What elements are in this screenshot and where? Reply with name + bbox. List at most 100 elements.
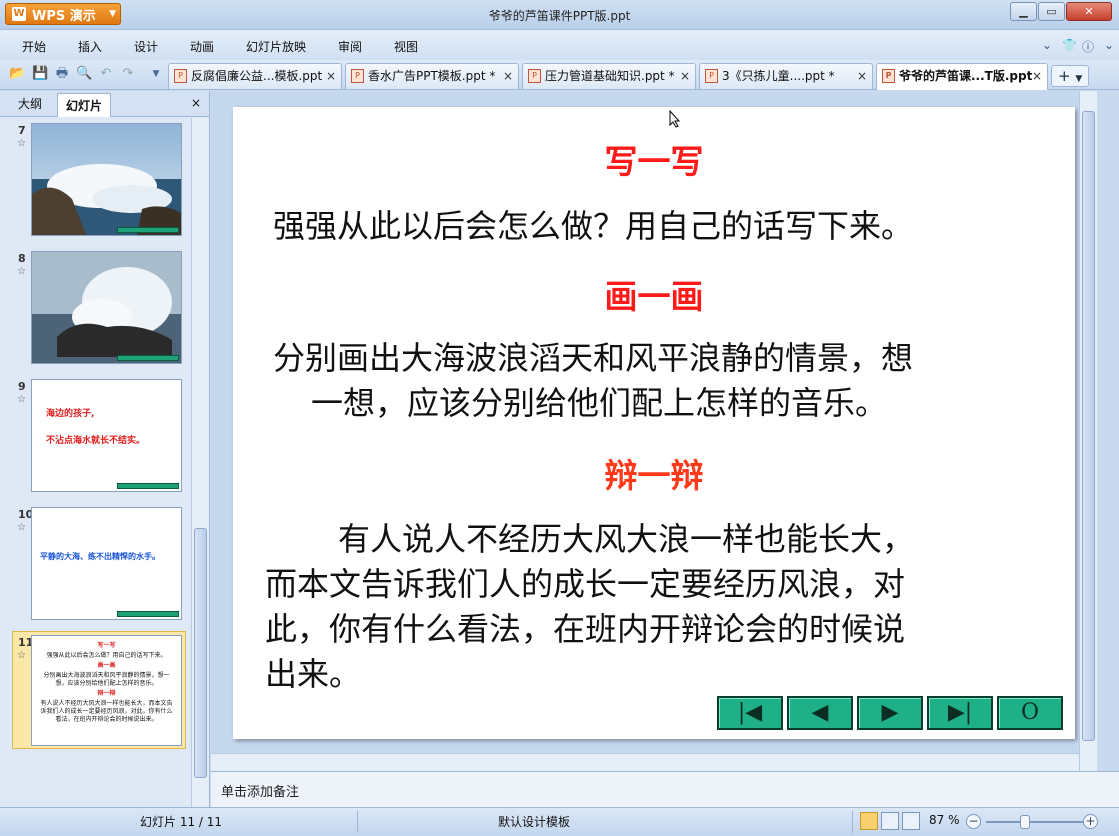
minimize-button[interactable]: ▁ [1010,2,1037,21]
ppt-file-icon: P [528,69,541,83]
redo-icon[interactable]: ↷ [120,66,136,82]
horizontal-scrollbar[interactable] [211,753,1079,771]
slide-thumbnail[interactable] [31,251,182,364]
last-slide-button[interactable]: ▶| [927,696,993,730]
zoom-in-button[interactable]: + [1083,814,1098,829]
close-tab-icon[interactable]: × [1032,64,1042,88]
close-window-button[interactable]: ✕ [1066,2,1112,21]
ppt-file-icon: P [174,69,187,83]
new-tab-button[interactable]: + ▼ [1051,65,1089,87]
scrollbar-thumb[interactable] [194,528,207,778]
save-icon[interactable]: 💾 [32,66,48,82]
close-tab-icon[interactable]: × [857,64,867,88]
next-slide-button[interactable]: ▶ [857,696,923,730]
slide-paragraph[interactable]: 一想，应该分别给他们配上怎样的音乐。 [311,381,887,426]
zoom-out-button[interactable]: − [966,814,981,829]
thumbnail-text: 海边的孩子, [46,409,95,419]
doc-tab[interactable]: P 压力管道基础知识.ppt * × [522,63,696,89]
help-icon[interactable]: ⓘ [1082,38,1094,55]
slide-heading-debate[interactable]: 辩一辩 [233,449,1075,497]
first-slide-button[interactable]: |◀ [717,696,783,730]
end-show-button[interactable]: O [997,696,1063,730]
chevron-down-icon[interactable]: ⌄ [1042,38,1052,52]
customize-dropdown-icon[interactable]: ▼ [148,66,164,82]
open-folder-icon[interactable]: 📂 [9,66,25,82]
thumbnail-text: 分别画出大海波浪滔天和风平浪静的情景，想一想，应该分别给他们配上怎样的音乐。 [43,672,170,687]
slide-paragraph[interactable]: 强强从此以后会怎么做？用自己的话写下来。 [273,204,913,249]
ppt-file-icon: P [705,69,718,83]
slide-thumbnail-selected[interactable]: 写一写 强强从此以后会怎么做？用自己的话写下来。 画一画 分别画出大海波浪滔天和… [31,635,182,746]
skin-icon[interactable]: 👕 [1062,38,1077,52]
nav-buttons-preview [117,483,179,489]
tab-slides[interactable]: 幻灯片 [57,93,112,117]
maximize-button[interactable]: ▭ [1038,2,1065,21]
thumbnail-text: 强强从此以后会怎么做？用自己的话写下来。 [46,652,167,659]
tab-outline[interactable]: 大纲 [18,95,42,112]
normal-view-icon[interactable] [860,812,878,830]
doc-tab[interactable]: P 反腐倡廉公益...模板.ppt × [168,63,342,89]
template-name: 默认设计模板 [498,815,571,829]
thumbnail-heading: 辩一辩 [97,690,116,697]
slide-thumbnail[interactable] [31,123,182,236]
nav-buttons-preview [117,355,179,361]
close-tab-icon[interactable]: × [680,64,690,88]
menu-design[interactable]: 设计 [134,38,158,55]
menu-insert[interactable]: 插入 [78,38,102,55]
thumbnail-scrollbar[interactable] [191,118,209,807]
slide-number: 9 [18,380,26,393]
slide-sorter-view-icon[interactable] [881,812,899,830]
slide-heading-draw[interactable]: 画一画 [233,270,1075,318]
animation-star-icon: ☆ [17,394,26,405]
zoom-slider-track[interactable] [986,821,1086,823]
notes-placeholder[interactable]: 单击添加备注 [221,781,299,800]
close-tab-icon[interactable]: × [503,64,513,88]
doc-tab-label: 反腐倡廉公益...模板.ppt [191,69,323,83]
menu-review[interactable]: 审阅 [338,38,362,55]
menu-home[interactable]: 开始 [22,38,46,55]
print-icon[interactable]: 🖶 [54,66,70,82]
close-panel-icon[interactable]: × [191,96,201,110]
doc-tab-label: 压力管道基础知识.ppt * [545,69,675,83]
thumbnail-text: 有人说人不经历大风大浪一样也能长大，而本文告诉我们人的成长一定要经历风浪，对此，… [40,700,173,723]
slide-canvas[interactable]: 写一写 强强从此以后会怎么做？用自己的话写下来。 画一画 分别画出大海波浪滔天和… [233,107,1075,739]
slide-thumbnail[interactable]: 海边的孩子, 不沾点海水就长不结实。 [31,379,182,492]
more-icon[interactable]: ⌄ [1104,38,1114,52]
menu-bar: 开始 插入 设计 动画 幻灯片放映 审阅 视图 ⌄ 👕 ⓘ ⌄ [0,30,1119,60]
slide-paragraph[interactable]: 分别画出大海波浪滔天和风平浪静的情景，想 [273,336,913,381]
previous-slide-button[interactable]: ◀ [787,696,853,730]
menu-slideshow[interactable]: 幻灯片放映 [246,38,306,55]
window-title: 爷爷的芦笛课件PPT版.ppt [488,9,631,23]
print-preview-icon[interactable]: 🔍 [76,66,92,82]
menu-animation[interactable]: 动画 [190,38,214,55]
slide-number: 8 [18,252,26,265]
doc-tab-label: 3《只拣儿童....ppt * [722,69,835,83]
doc-tab-label: 香水广告PPT模板.ppt * [368,69,496,83]
mouse-cursor-icon [669,110,681,128]
slide-paragraph[interactable]: 有人说人不经历大风大浪一样也能长大， [338,517,914,562]
zoom-level: 87 % [929,813,960,827]
doc-tab-label: 爷爷的芦笛课...T版.ppt [899,69,1033,83]
slide-heading-write[interactable]: 写一写 [233,135,1075,183]
notes-pane[interactable]: 单击添加备注 [211,771,1119,807]
close-tab-icon[interactable]: × [326,64,336,88]
ppt-file-icon: P [882,69,895,83]
vertical-scrollbar[interactable] [1079,91,1097,771]
doc-tab[interactable]: P 3《只拣儿童....ppt * × [699,63,873,89]
title-bar: W WPS 演示 ▼ 爷爷的芦笛课件PPT版.ppt ▁ ▭ ✕ [0,0,1119,30]
doc-tab-active[interactable]: P 爷爷的芦笛课...T版.ppt × [876,63,1048,90]
slide-paragraph[interactable]: 此，你有什么看法，在班内开辩论会的时候说 [265,607,905,652]
zoom-slider-handle[interactable] [1020,815,1030,829]
undo-icon[interactable]: ↶ [98,66,114,82]
doc-tab[interactable]: P 香水广告PPT模板.ppt * × [345,63,519,89]
thumbnail-list: 7 ☆ 8 ☆ 9 ☆ 海边的孩子, 不沾点海水就长不结实。 10 ☆ 平静的大… [0,118,190,807]
panel-tabs: 大纲 幻灯片 × [0,91,209,117]
slide-paragraph[interactable]: 出来。 [265,652,361,697]
scrollbar-thumb[interactable] [1082,111,1095,741]
slide-paragraph[interactable]: 而本文告诉我们人的成长一定要经历风浪，对 [265,562,905,607]
slide-thumbnail[interactable]: 平静的大海、练不出精悍的水手。 [31,507,182,620]
menu-view[interactable]: 视图 [394,38,418,55]
slide-number: 7 [18,124,26,137]
slide-editor: 写一写 强强从此以后会怎么做？用自己的话写下来。 画一画 分别画出大海波浪滔天和… [211,91,1097,771]
animation-star-icon: ☆ [17,266,26,277]
slideshow-view-icon[interactable] [902,812,920,830]
